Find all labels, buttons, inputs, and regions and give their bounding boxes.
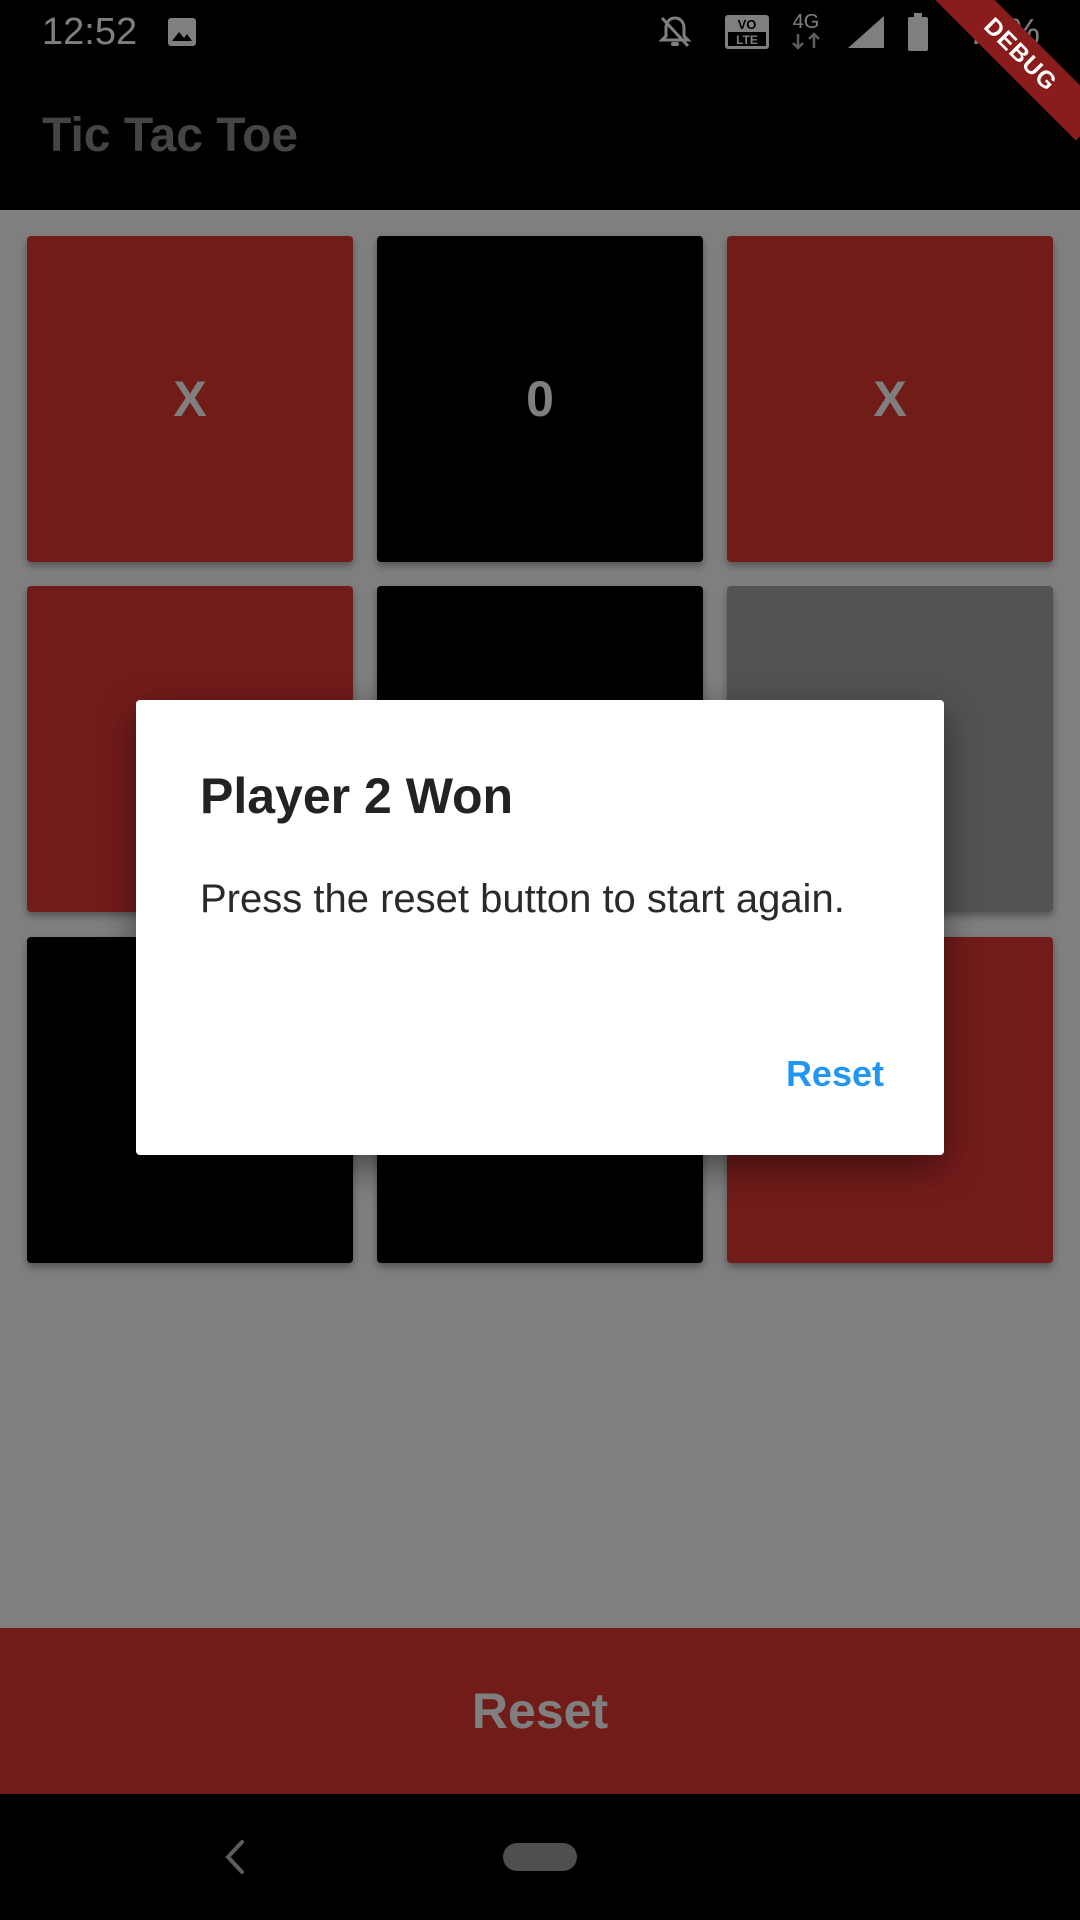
dialog-reset-button[interactable]: Reset [782,1046,888,1102]
dialog-message: Press the reset button to start again. [200,877,845,921]
dialog-title: Player 2 Won [200,768,514,824]
screen: 12:52 VO LTE [0,0,1080,1920]
win-dialog: Player 2 Won Press the reset button to s… [136,700,944,1155]
